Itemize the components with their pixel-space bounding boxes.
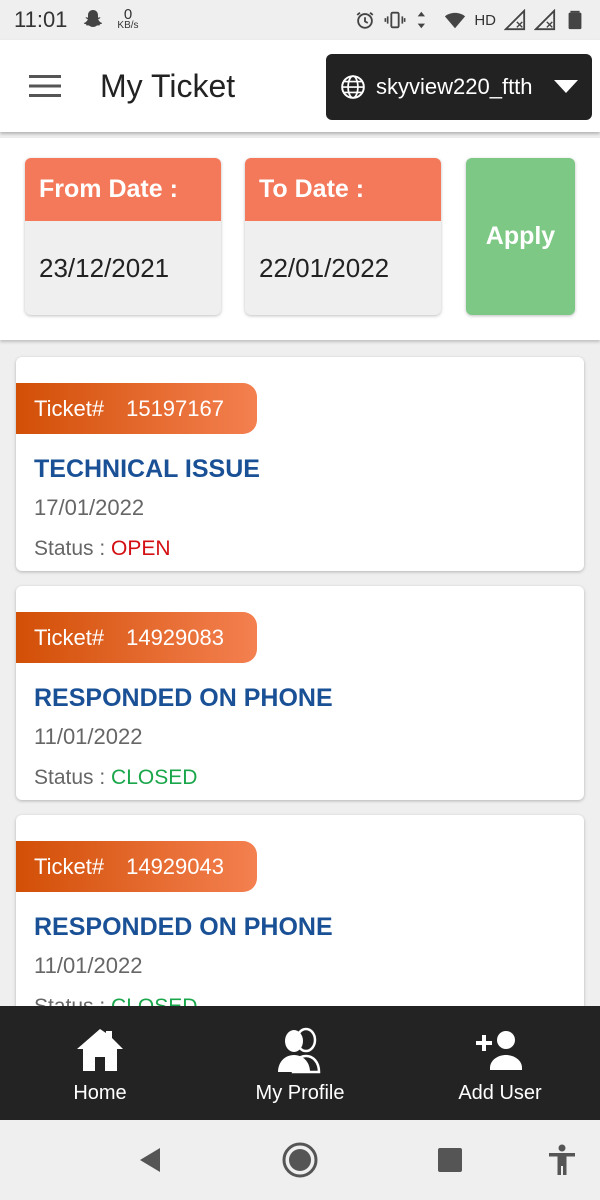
status-value: OPEN: [111, 537, 171, 560]
status-value: CLOSED: [111, 766, 198, 789]
back-triangle-icon: [140, 1148, 160, 1172]
home-icon: [77, 1029, 123, 1071]
signal-icon: [504, 9, 526, 31]
to-date-value: 22/01/2022: [259, 252, 390, 283]
ticket-title: RESPONDED ON PHONE: [34, 684, 333, 712]
home-system-button[interactable]: [280, 1140, 320, 1180]
add-person-icon: [476, 1031, 522, 1070]
accessibility-button[interactable]: [542, 1140, 582, 1180]
alarm-icon: [356, 11, 374, 29]
ticket-number: 14929083: [126, 624, 224, 650]
accessibility-icon: [549, 1144, 575, 1175]
system-navigation-bar: [0, 1120, 600, 1200]
network-type: HD: [474, 11, 496, 29]
data-rate-unit: KB/s: [117, 20, 139, 31]
ticket-date: 17/01/2022: [34, 495, 145, 520]
home-circle-icon: [282, 1142, 318, 1178]
to-date-label: To Date :: [245, 158, 441, 221]
ticket-card[interactable]: Ticket# 14929043 RESPONDED ON PHONE 11/0…: [16, 815, 584, 1006]
hamburger-menu-icon: [29, 75, 61, 97]
caret-down-icon: [554, 80, 578, 93]
bottom-navigation: Home My Profile Add User: [0, 1006, 600, 1120]
ticket-status: Status : CLOSED: [34, 766, 197, 790]
ticket-date: 11/01/2022: [34, 953, 143, 978]
data-rate-value: 0: [123, 6, 133, 23]
signal-icon-2: [534, 9, 556, 31]
account-name: skyview220_ftth: [376, 74, 533, 99]
nav-profile-label: My Profile: [255, 1082, 345, 1104]
ticket-label: Ticket#: [34, 395, 105, 421]
status-value: CLOSED: [111, 995, 197, 1006]
ticket-number: 14929043: [126, 853, 224, 879]
ticket-label: Ticket#: [34, 624, 105, 650]
ticket-number: 15197167: [126, 395, 224, 421]
ticket-badge: Ticket# 15197167: [16, 383, 257, 434]
app-bar: My Ticket skyview220_ftth: [0, 40, 600, 132]
status-label: Status :: [34, 995, 105, 1006]
ticket-title: TECHNICAL ISSUE: [34, 455, 260, 483]
ticket-badge: Ticket# 14929043: [16, 841, 257, 892]
recents-button[interactable]: [430, 1140, 470, 1180]
from-date-picker[interactable]: From Date : 23/12/2021: [25, 158, 221, 315]
globe-icon: [341, 75, 365, 99]
wifi-icon: [445, 12, 466, 29]
nav-add-user[interactable]: Add User: [400, 1006, 600, 1120]
ticket-card[interactable]: Ticket# 15197167 TECHNICAL ISSUE 17/01/2…: [16, 357, 584, 571]
battery-icon: [568, 10, 582, 30]
nav-add-user-label: Add User: [458, 1082, 542, 1104]
from-date-label: From Date :: [25, 158, 221, 221]
ticket-status: Status : CLOSED: [34, 995, 197, 1006]
menu-button[interactable]: [0, 40, 92, 132]
date-filter-panel: From Date : 23/12/2021 To Date : 22/01/2…: [0, 138, 600, 340]
data-transfer-icon: [417, 11, 426, 29]
nav-home-label: Home: [73, 1082, 127, 1104]
status-bar: 11:01 0 KB/s HD: [0, 0, 600, 40]
status-label: Status :: [34, 537, 106, 560]
data-rate: 0 KB/s: [117, 6, 139, 31]
snapchat-icon: [84, 10, 103, 27]
ticket-date: 11/01/2022: [34, 724, 143, 749]
apply-button[interactable]: Apply: [466, 158, 575, 315]
people-icon: [278, 1027, 321, 1074]
status-label: Status :: [34, 766, 106, 789]
to-date-picker[interactable]: To Date : 22/01/2022: [245, 158, 441, 315]
clock: 11:01: [14, 7, 68, 32]
recents-square-icon: [438, 1148, 462, 1172]
account-dropdown[interactable]: skyview220_ftth: [326, 54, 592, 120]
nav-my-profile[interactable]: My Profile: [200, 1006, 400, 1120]
from-date-value: 23/12/2021: [39, 252, 170, 283]
page-title: My Ticket: [100, 67, 236, 104]
ticket-card[interactable]: Ticket# 14929083 RESPONDED ON PHONE 11/0…: [16, 586, 584, 800]
ticket-label: Ticket#: [34, 853, 105, 879]
ticket-status: Status : OPEN: [34, 537, 171, 561]
ticket-title: RESPONDED ON PHONE: [34, 913, 333, 941]
vibrate-icon: [384, 11, 406, 29]
ticket-badge: Ticket# 14929083: [16, 612, 257, 663]
back-button[interactable]: [130, 1140, 170, 1180]
ticket-list[interactable]: Ticket# 15197167 TECHNICAL ISSUE 17/01/2…: [0, 340, 600, 1006]
nav-home[interactable]: Home: [0, 1006, 200, 1120]
